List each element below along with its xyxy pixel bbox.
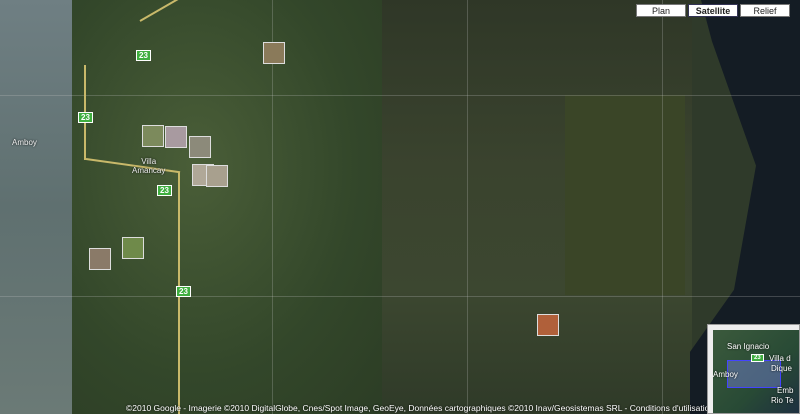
grid-line bbox=[0, 95, 800, 96]
photo-marker[interactable] bbox=[189, 136, 211, 158]
photo-marker[interactable] bbox=[142, 125, 164, 147]
grid-line bbox=[0, 296, 800, 297]
overview-label: Emb bbox=[777, 386, 794, 395]
satellite-map[interactable]: 23 23 23 23 Amboy Villa Amancay bbox=[0, 0, 800, 414]
label-line: Amancay bbox=[132, 166, 166, 175]
grid-line bbox=[467, 0, 468, 414]
route-shield: 23 bbox=[751, 354, 764, 362]
overview-map-view[interactable]: San Ignacio Amboy Villa d Dique Emb Rio … bbox=[713, 330, 799, 413]
overview-map[interactable]: San Ignacio Amboy Villa d Dique Emb Rio … bbox=[707, 324, 800, 414]
photo-marker[interactable] bbox=[537, 314, 559, 336]
map-tile bbox=[72, 0, 382, 414]
overview-label: Rio Te bbox=[771, 396, 794, 405]
overview-label: Amboy bbox=[713, 370, 738, 379]
photo-marker[interactable] bbox=[89, 248, 111, 270]
place-label-amboy: Amboy bbox=[12, 138, 37, 147]
route-shield: 23 bbox=[78, 112, 93, 123]
overview-label: Dique bbox=[771, 364, 792, 373]
map-type-relief-button[interactable]: Relief bbox=[740, 4, 790, 17]
place-label-villa-amancay: Villa Amancay bbox=[132, 157, 165, 175]
photo-marker[interactable] bbox=[206, 165, 228, 187]
map-type-satellite-button[interactable]: Satellite bbox=[688, 4, 738, 17]
photo-marker[interactable] bbox=[165, 126, 187, 148]
map-type-plan-button[interactable]: Plan bbox=[636, 4, 686, 17]
overview-label: San Ignacio bbox=[727, 342, 770, 351]
route-shield: 23 bbox=[157, 185, 172, 196]
photo-marker[interactable] bbox=[263, 42, 285, 64]
map-type-control: Plan Satellite Relief bbox=[636, 4, 790, 17]
route-shield: 23 bbox=[136, 50, 151, 61]
map-tile bbox=[565, 95, 685, 295]
copyright-text[interactable]: ©2010 Google - Imagerie ©2010 DigitalGlo… bbox=[126, 403, 714, 413]
grid-line bbox=[662, 0, 663, 414]
overview-label: Villa d bbox=[769, 354, 791, 363]
route-shield: 23 bbox=[176, 286, 191, 297]
map-tile bbox=[0, 0, 72, 414]
label-line: Villa bbox=[141, 157, 157, 166]
photo-marker[interactable] bbox=[122, 237, 144, 259]
